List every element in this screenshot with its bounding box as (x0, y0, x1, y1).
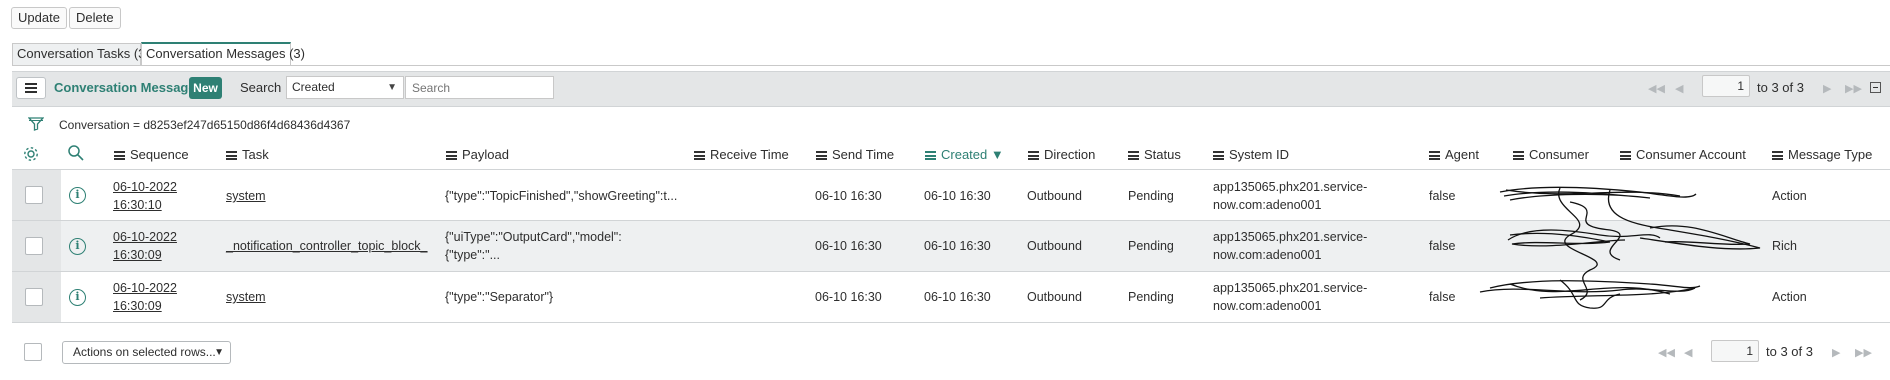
page-range: to 3 of 3 (1766, 344, 1813, 359)
next-page-icon[interactable]: ▶ (1823, 82, 1831, 95)
select-all-checkbox[interactable] (24, 343, 42, 361)
column-menu-icon[interactable] (1213, 151, 1224, 160)
search-field-value: Created (292, 80, 335, 94)
column-menu-icon[interactable] (925, 151, 936, 160)
sequence-link[interactable]: 06-10-2022 16:30:10 (113, 178, 177, 214)
send-time-cell: 06-10 16:30 (815, 239, 882, 253)
list-title[interactable]: Conversation Messages (54, 80, 203, 95)
task-link[interactable]: system (226, 288, 266, 306)
prev-page-icon[interactable]: ◀ (1675, 82, 1683, 95)
redaction-scribble (1479, 186, 1761, 309)
column-menu-icon[interactable] (1620, 151, 1631, 160)
last-page-icon[interactable]: ▶▶ (1845, 82, 1862, 95)
column-header-consumer[interactable]: Consumer (1513, 147, 1589, 162)
search-label: Search (240, 80, 282, 95)
filter-icon[interactable] (28, 117, 44, 131)
tab-conversation-tasks[interactable]: Conversation Tasks (3) (12, 43, 150, 65)
send-time-cell: 06-10 16:30 (815, 290, 882, 304)
actions-select[interactable]: Actions on selected rows... ▼ (62, 341, 231, 364)
send-time-cell: 06-10 16:30 (815, 189, 882, 203)
column-header-task[interactable]: Task (226, 147, 269, 162)
system-id-cell: app135065.phx201.service-now.com:adeno00… (1213, 230, 1368, 262)
column-menu-icon[interactable] (226, 151, 237, 160)
column-menu-icon[interactable] (1028, 151, 1039, 160)
chevron-down-icon: ▼ (387, 82, 397, 93)
column-menu-icon[interactable] (446, 151, 457, 160)
prev-page-icon[interactable]: ◀ (1684, 346, 1692, 359)
sequence-link[interactable]: 06-10-2022 16:30:09 (113, 279, 177, 315)
row-checkbox[interactable] (25, 237, 43, 255)
collapse-icon[interactable] (1870, 82, 1881, 93)
column-menu-icon[interactable] (1513, 151, 1524, 160)
status-cell: Pending (1128, 239, 1174, 253)
info-icon[interactable]: i (69, 238, 86, 255)
column-header-agent[interactable]: Agent (1429, 147, 1479, 162)
column-header-payload[interactable]: Payload (446, 147, 509, 162)
direction-cell: Outbound (1027, 239, 1082, 253)
column-menu-icon[interactable] (1128, 151, 1139, 160)
payload-cell: {"type":"TopicFinished","showGreeting":t… (445, 189, 678, 203)
gear-icon[interactable] (22, 145, 40, 163)
direction-cell: Outbound (1027, 189, 1082, 203)
created-cell: 06-10 16:30 (924, 239, 991, 253)
column-header-send-time[interactable]: Send Time (816, 147, 894, 162)
info-icon[interactable]: i (69, 289, 86, 306)
task-link[interactable]: _notification_controller_topic_block_ (226, 237, 428, 255)
task-link[interactable]: system (226, 187, 266, 205)
actions-label: Actions on selected rows... (73, 345, 216, 359)
column-menu-icon[interactable] (1429, 151, 1440, 160)
page-number-input[interactable]: 1 (1711, 340, 1759, 362)
column-header-direction[interactable]: Direction (1028, 147, 1095, 162)
created-cell: 06-10 16:30 (924, 189, 991, 203)
column-menu-icon[interactable] (114, 151, 125, 160)
message-type-cell: Action (1772, 290, 1807, 304)
column-menu-icon[interactable] (694, 151, 705, 160)
tab-divider (12, 65, 1890, 66)
column-header-status[interactable]: Status (1128, 147, 1181, 162)
column-menu-icon[interactable] (1772, 151, 1783, 160)
info-icon[interactable]: i (69, 187, 86, 204)
direction-cell: Outbound (1027, 290, 1082, 304)
next-page-icon[interactable]: ▶ (1832, 346, 1840, 359)
column-header-consumer-account[interactable]: Consumer Account (1620, 147, 1746, 162)
column-header-receive-time[interactable]: Receive Time (694, 147, 789, 162)
sort-descending-icon: ▼ (990, 147, 1004, 162)
row-checkbox[interactable] (25, 288, 43, 306)
list-menu-button[interactable] (16, 77, 46, 99)
column-header-sequence[interactable]: Sequence (114, 147, 189, 162)
status-cell: Pending (1128, 189, 1174, 203)
column-header-created[interactable]: Created ▼ (925, 147, 1004, 162)
column-menu-icon[interactable] (816, 151, 827, 160)
created-cell: 06-10 16:30 (924, 290, 991, 304)
search-field-select[interactable]: Created ▼ (286, 76, 404, 99)
tab-conversation-messages[interactable]: Conversation Messages (3) (141, 42, 305, 65)
new-button[interactable]: New (189, 77, 222, 99)
search-icon[interactable] (67, 144, 85, 162)
row-checkbox[interactable] (25, 186, 43, 204)
last-page-icon[interactable]: ▶▶ (1855, 346, 1872, 359)
payload-cell: {"uiType":"OutputCard","model": {"type":"… (445, 230, 622, 262)
update-button[interactable]: Update (11, 7, 67, 29)
message-type-cell: Action (1772, 189, 1807, 203)
column-header-system-id[interactable]: System ID (1213, 147, 1289, 162)
search-input[interactable] (405, 76, 554, 99)
message-type-cell: Rich (1772, 239, 1798, 253)
breadcrumb[interactable]: Conversation = d8253ef247d65150d86f4d684… (59, 118, 350, 132)
first-page-icon[interactable]: ◀◀ (1648, 82, 1665, 95)
first-page-icon[interactable]: ◀◀ (1658, 346, 1675, 359)
system-id-cell: app135065.phx201.service-now.com:adeno00… (1213, 281, 1368, 313)
payload-cell: {"type":"Separator"} (445, 290, 554, 304)
delete-button[interactable]: Delete (69, 7, 121, 29)
sequence-link[interactable]: 06-10-2022 16:30:09 (113, 228, 177, 264)
page-range: to 3 of 3 (1757, 80, 1804, 95)
chevron-down-icon: ▼ (214, 347, 224, 358)
status-cell: Pending (1128, 290, 1174, 304)
column-header-message-type[interactable]: Message Type (1772, 147, 1872, 162)
system-id-cell: app135065.phx201.service-now.com:adeno00… (1213, 180, 1368, 212)
page-number-input[interactable]: 1 (1702, 75, 1750, 97)
